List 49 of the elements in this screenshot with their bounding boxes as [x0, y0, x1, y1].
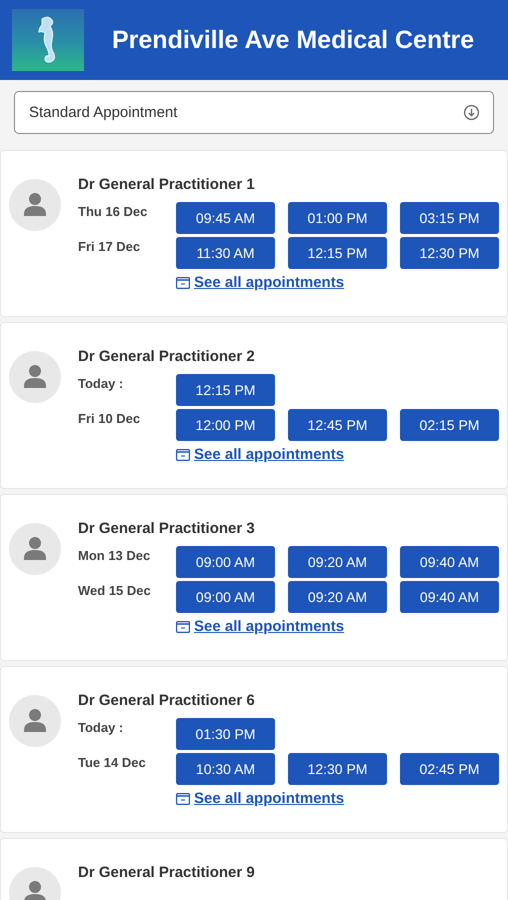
date-label: Fri 10 Dec [78, 410, 142, 428]
date-label: Mon 13 Dec [78, 547, 152, 565]
time-slot-button[interactable]: 02:45 PM [400, 753, 499, 785]
time-slot-button[interactable]: 01:30 PM [176, 718, 275, 750]
time-slot-button[interactable]: 02:15 PM [400, 409, 499, 441]
time-slot-button[interactable]: 11:30 AM [176, 237, 275, 269]
see-all-link[interactable]: See all appointments [194, 618, 344, 635]
doctor-name: Dr General Practitioner 1 [78, 175, 256, 195]
time-slot-button[interactable]: 03:15 PM [400, 202, 499, 234]
see-all-link[interactable]: See all appointments [194, 790, 344, 807]
see-all-link[interactable]: See all appointments [194, 274, 344, 291]
doctor-name: Dr General Practitioner 3 [78, 519, 256, 539]
date-label: Wed 15 Dec [78, 582, 152, 600]
date-label: Thu 16 Dec [78, 203, 148, 221]
time-slot-button[interactable]: 09:40 AM [400, 581, 499, 613]
avatar-icon [9, 695, 61, 747]
time-slot-button[interactable]: 12:30 PM [400, 237, 499, 269]
time-slot-button[interactable]: 12:45 PM [288, 409, 387, 441]
seahorse-logo [12, 9, 84, 71]
time-slot-button[interactable]: 01:00 PM [288, 202, 387, 234]
dropdown-icon [463, 104, 480, 121]
appointment-type-dropdown[interactable]: Standard Appointment [14, 91, 494, 134]
time-slot-button[interactable]: 09:00 AM [176, 546, 275, 578]
time-slot-button[interactable]: 09:20 AM [288, 546, 387, 578]
time-slot-button[interactable]: 09:45 AM [176, 202, 275, 234]
avatar-icon [9, 523, 61, 575]
see-all-link[interactable]: See all appointments [194, 446, 344, 463]
calendar-icon [176, 620, 190, 632]
date-label: Today : [78, 719, 124, 737]
avatar-icon [9, 351, 61, 403]
time-slot-button[interactable]: 12:30 PM [288, 753, 387, 785]
time-slot-button[interactable]: 12:15 PM [176, 374, 275, 406]
calendar-icon [176, 276, 190, 288]
clinic-title: Prendiville Ave Medical Centre [112, 26, 474, 54]
time-slot-button[interactable]: 12:00 PM [176, 409, 275, 441]
time-slot-button[interactable]: 09:00 AM [176, 581, 275, 613]
doctor-name: Dr General Practitioner 9 [78, 863, 256, 883]
date-label: Tue 14 Dec [78, 754, 147, 772]
time-slot-button[interactable]: 12:15 PM [288, 237, 387, 269]
doctor-name: Dr General Practitioner 6 [78, 691, 256, 711]
date-label: Fri 17 Dec [78, 238, 142, 256]
date-label: Today : [78, 375, 124, 393]
calendar-icon [176, 792, 190, 804]
calendar-icon [176, 448, 190, 460]
avatar-icon [9, 179, 61, 231]
time-slot-button[interactable]: 09:40 AM [400, 546, 499, 578]
time-slot-button[interactable]: 10:30 AM [176, 753, 275, 785]
time-slot-button[interactable]: 09:20 AM [288, 581, 387, 613]
doctor-name: Dr General Practitioner 2 [78, 347, 256, 367]
